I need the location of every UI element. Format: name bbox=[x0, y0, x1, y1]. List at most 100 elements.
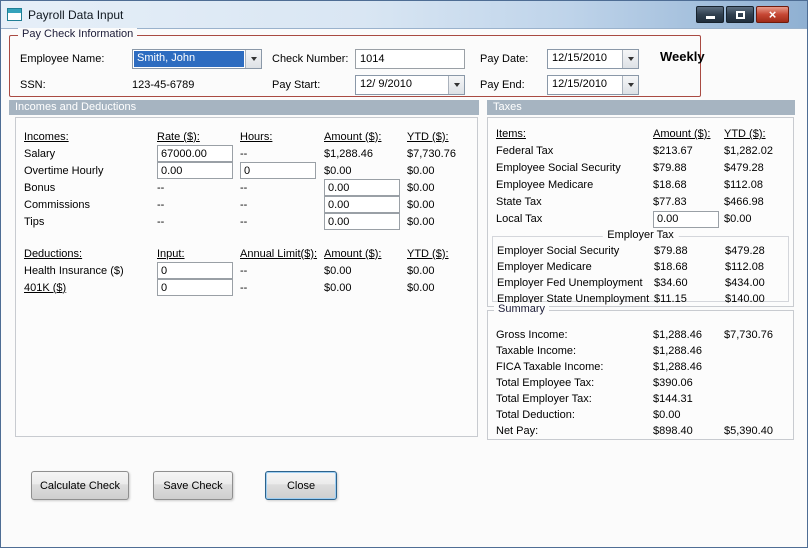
summary-row-total-employer-tax: Total Employer Tax: $144.31 bbox=[488, 391, 793, 407]
pay-date-picker[interactable]: 12/15/2010 bbox=[547, 49, 639, 69]
row-label: Federal Tax bbox=[496, 145, 554, 157]
row-label: Employer Social Security bbox=[497, 245, 620, 257]
col-header: Incomes: bbox=[24, 130, 69, 143]
401k-input[interactable] bbox=[157, 279, 233, 296]
row-label: Total Employer Tax: bbox=[496, 393, 592, 405]
deduction-row-health-insurance: Health Insurance ($) -- $0.00 $0.00 bbox=[16, 262, 477, 279]
row-value: $0.00 bbox=[407, 215, 435, 228]
pay-start-picker[interactable]: 12/ 9/2010 bbox=[355, 75, 465, 95]
employee-name-label: Employee Name: bbox=[20, 53, 105, 65]
summary-row-total-employee-tax: Total Employee Tax: $390.06 bbox=[488, 375, 793, 391]
row-value: $18.68 bbox=[654, 261, 688, 273]
col-header: Items: bbox=[496, 128, 526, 140]
row-value: -- bbox=[157, 181, 165, 194]
summary-row-net-pay: Net Pay: $898.40 $5,390.40 bbox=[488, 423, 793, 439]
app-icon bbox=[7, 8, 22, 21]
overtime-hours-input[interactable] bbox=[240, 162, 316, 179]
col-header: Amount ($): bbox=[324, 247, 382, 260]
health-insurance-input[interactable] bbox=[157, 262, 233, 279]
incomes-panel: Incomes: Rate ($): Hours: Amount ($): YT… bbox=[15, 117, 478, 437]
titlebar[interactable]: Payroll Data Input × bbox=[1, 1, 807, 29]
pay-start-dropdown-icon[interactable] bbox=[448, 76, 464, 94]
tips-amount-input[interactable] bbox=[324, 213, 400, 230]
pay-end-picker[interactable]: 12/15/2010 bbox=[547, 75, 639, 95]
row-value: $479.28 bbox=[724, 162, 764, 174]
pay-frequency-label: Weekly bbox=[660, 49, 705, 64]
window-title: Payroll Data Input bbox=[28, 7, 124, 22]
row-value: $0.00 bbox=[407, 181, 435, 194]
row-label: Total Employee Tax: bbox=[496, 377, 595, 389]
summary-row-gross: Gross Income: $1,288.46 $7,730.76 bbox=[488, 327, 793, 343]
summary-row-taxable: Taxable Income: $1,288.46 bbox=[488, 343, 793, 359]
save-check-button[interactable]: Save Check bbox=[153, 471, 233, 500]
row-label: FICA Taxable Income: bbox=[496, 361, 604, 373]
col-header: Input: bbox=[157, 247, 185, 260]
pay-date-value: 12/15/2010 bbox=[552, 52, 608, 64]
row-label: Employer Medicare bbox=[497, 261, 592, 273]
check-number-input[interactable] bbox=[355, 49, 465, 69]
col-header: YTD ($): bbox=[407, 247, 449, 260]
col-header: Annual Limit($): bbox=[240, 247, 318, 260]
row-value: $7,730.76 bbox=[724, 329, 773, 341]
pay-end-dropdown-icon[interactable] bbox=[622, 76, 638, 94]
row-label: Employee Medicare bbox=[496, 179, 594, 191]
row-value: $1,288.46 bbox=[653, 361, 702, 373]
income-row-tips: Tips -- -- $0.00 bbox=[16, 213, 477, 230]
close-window-button[interactable]: × bbox=[756, 6, 789, 23]
row-value: $0.00 bbox=[407, 164, 435, 177]
row-value: $79.88 bbox=[653, 162, 687, 174]
row-value: $18.68 bbox=[653, 179, 687, 191]
ssn-label: SSN: bbox=[20, 79, 46, 91]
employee-name-select[interactable]: Smith, John bbox=[132, 49, 262, 69]
minimize-button[interactable] bbox=[696, 6, 724, 23]
incomes-section-header: Incomes and Deductions bbox=[9, 100, 479, 115]
row-label: Local Tax bbox=[496, 213, 543, 225]
pay-date-dropdown-icon[interactable] bbox=[622, 50, 638, 68]
maximize-icon bbox=[735, 10, 745, 19]
col-header: Hours: bbox=[240, 130, 273, 143]
calculate-check-button[interactable]: Calculate Check bbox=[31, 471, 129, 500]
row-label: Tips bbox=[24, 215, 45, 228]
income-row-commissions: Commissions -- -- $0.00 bbox=[16, 196, 477, 213]
maximize-button[interactable] bbox=[726, 6, 754, 23]
tax-row-state: State Tax $77.83 $466.98 bbox=[488, 194, 793, 210]
ssn-value: 123-45-6789 bbox=[132, 79, 195, 91]
row-value: $466.98 bbox=[724, 196, 764, 208]
payroll-window: Payroll Data Input × Pay Check Informati… bbox=[0, 0, 808, 548]
row-value: $112.08 bbox=[724, 179, 763, 191]
row-label: Overtime Hourly bbox=[24, 164, 104, 177]
caption-buttons: × bbox=[696, 6, 789, 23]
bonus-amount-input[interactable] bbox=[324, 179, 400, 196]
paycheck-info-group: Pay Check Information Employee Name: Smi… bbox=[9, 28, 705, 97]
row-label: Health Insurance ($) bbox=[24, 264, 124, 277]
check-number-label: Check Number: bbox=[272, 53, 349, 65]
summary-row-fica: FICA Taxable Income: $1,288.46 bbox=[488, 359, 793, 375]
tax-row-employee-medicare: Employee Medicare $18.68 $112.08 bbox=[488, 177, 793, 193]
row-label: Gross Income: bbox=[496, 329, 568, 341]
deduction-row-401k: 401K ($) -- $0.00 $0.00 bbox=[16, 279, 477, 296]
form-body: Pay Check Information Employee Name: Smi… bbox=[1, 28, 807, 547]
col-header: Rate ($): bbox=[157, 130, 200, 143]
row-value: $0.00 bbox=[407, 198, 435, 211]
local-tax-input[interactable] bbox=[653, 210, 719, 228]
summary-row-total-deduction: Total Deduction: $0.00 bbox=[488, 407, 793, 423]
row-value: $11.15 bbox=[654, 293, 687, 305]
employee-name-dropdown-icon[interactable] bbox=[245, 50, 261, 68]
401k-link[interactable]: 401K ($) bbox=[24, 282, 157, 294]
row-value: $7,730.76 bbox=[407, 147, 456, 160]
row-label: Taxable Income: bbox=[496, 345, 577, 357]
row-label: State Tax bbox=[496, 196, 542, 208]
employee-name-value: Smith, John bbox=[134, 51, 244, 67]
row-value: $0.00 bbox=[407, 281, 435, 294]
salary-rate-input[interactable] bbox=[157, 145, 233, 162]
close-button[interactable]: Close bbox=[265, 471, 337, 500]
overtime-rate-input[interactable] bbox=[157, 162, 233, 179]
pay-date-label: Pay Date: bbox=[480, 53, 529, 65]
row-value: $434.00 bbox=[725, 277, 765, 289]
income-row-bonus: Bonus -- -- $0.00 bbox=[16, 179, 477, 196]
commissions-amount-input[interactable] bbox=[324, 196, 400, 213]
pay-start-label: Pay Start: bbox=[272, 79, 321, 91]
row-value: -- bbox=[157, 198, 165, 211]
row-value: $1,282.02 bbox=[724, 145, 773, 157]
row-value: $0.00 bbox=[724, 213, 752, 225]
